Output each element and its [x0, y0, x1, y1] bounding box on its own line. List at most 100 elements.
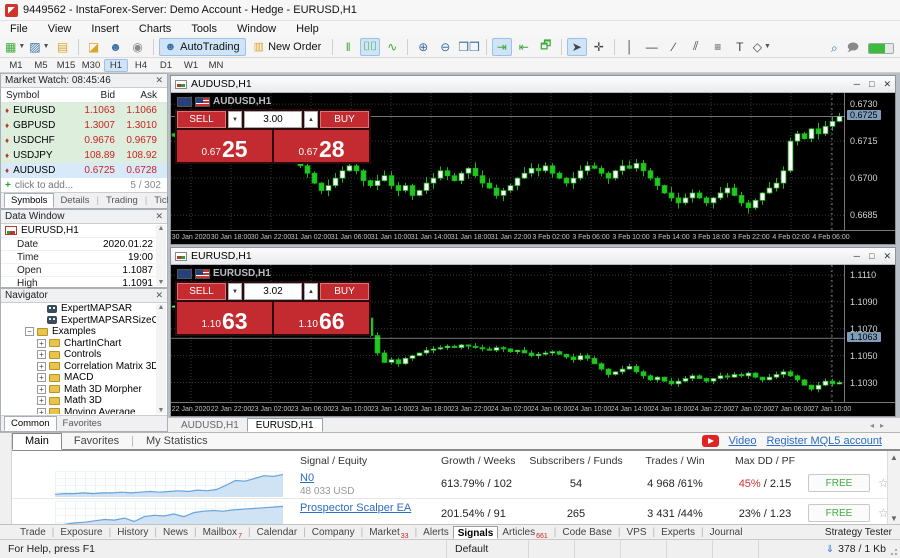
channel-icon[interactable]: ⫽ [686, 38, 706, 56]
chart-window-titlebar[interactable]: EURUSD,H1 ─ □ ✕ [171, 248, 895, 265]
maximize-icon[interactable]: □ [869, 251, 874, 262]
text-label-icon[interactable]: T [730, 38, 750, 56]
candlestick-chart-icon[interactable]: ⌷⌷ [360, 38, 380, 56]
tf-m15[interactable]: M15 [54, 59, 78, 72]
free-button[interactable]: FREE [808, 474, 870, 492]
chat-icon[interactable]: 🗩 [847, 39, 859, 58]
tile-windows-icon[interactable]: ❒❒ [457, 38, 481, 56]
scrollbar[interactable]: ▲ ▼ [887, 451, 900, 525]
tab-market[interactable]: Market33 [365, 526, 412, 539]
algo-trading-icon[interactable]: ▤ [53, 38, 73, 56]
table-row[interactable]: ♦USDJPY 108.89 108.92 [1, 148, 167, 163]
shapes-icon[interactable]: ◇▼ [752, 38, 772, 56]
tab-mailbox[interactable]: Mailbox7 [199, 526, 246, 539]
volume-increase-button[interactable]: ▲ [304, 283, 318, 300]
scroll-up-icon[interactable]: ▲ [158, 225, 165, 232]
tree-item[interactable]: +Correlation Matrix 3D [1, 361, 156, 373]
tree-item[interactable]: ExpertMAPSARSizeOptim [1, 315, 156, 327]
scroll-down-icon[interactable]: ▼ [158, 279, 165, 286]
close-icon[interactable]: ✕ [155, 211, 163, 222]
zoom-in-icon[interactable]: ⊕ [413, 38, 433, 56]
video-link[interactable]: Video [729, 435, 757, 447]
minimize-icon[interactable]: ─ [854, 79, 860, 90]
community-user-icon[interactable]: ☻ [106, 38, 126, 56]
vertical-line-icon[interactable]: │ [620, 38, 640, 56]
crosshair-icon[interactable]: ✛ [589, 38, 609, 56]
strategy-tester-label[interactable]: Strategy Tester [825, 527, 900, 538]
tab-history[interactable]: History [113, 526, 152, 539]
minimize-icon[interactable]: ─ [854, 251, 860, 262]
new-chart-icon[interactable]: ▦▼ [4, 38, 26, 56]
volume-increase-button[interactable]: ▲ [304, 111, 318, 128]
table-row-selected[interactable]: ♦AUDUSD 0.6725 0.6728 [1, 163, 167, 178]
tab-articles[interactable]: Articles661 [498, 526, 551, 539]
menu-charts[interactable]: Charts [129, 23, 181, 35]
tab-favorites[interactable]: Favorites [57, 417, 108, 430]
favorite-star-icon[interactable]: ☆ [878, 506, 887, 520]
table-row[interactable]: ♦EURUSD 1.1063 1.1066 [1, 103, 167, 118]
horizontal-line-icon[interactable]: — [642, 38, 662, 56]
buy-button[interactable]: BUY [320, 283, 369, 300]
youtube-icon[interactable] [702, 435, 719, 447]
volume-field[interactable]: 3.02 [244, 283, 302, 300]
expand-icon[interactable]: + [37, 373, 46, 382]
scroll-up-icon[interactable]: ▲ [158, 304, 165, 311]
tf-m5[interactable]: M5 [29, 59, 53, 72]
buy-price[interactable]: 0.6728 [274, 130, 369, 162]
tree-item[interactable]: +MACD [1, 372, 156, 384]
tab-code-base[interactable]: Code Base [558, 526, 615, 539]
sell-price[interactable]: 1.1063 [177, 302, 272, 334]
tab-alerts[interactable]: Alerts [419, 526, 453, 539]
tab-common[interactable]: Common [4, 416, 57, 431]
zoom-out-icon[interactable]: ⊖ [435, 38, 455, 56]
sell-price[interactable]: 0.6725 [177, 130, 272, 162]
tf-h1[interactable]: H1 [104, 59, 128, 72]
expand-icon[interactable]: + [37, 408, 46, 414]
volume-decrease-button[interactable]: ▼ [228, 283, 242, 300]
signal-name-link[interactable]: N0 [300, 472, 314, 484]
volume-decrease-button[interactable]: ▼ [228, 111, 242, 128]
collapse-icon[interactable]: − [25, 327, 34, 336]
sell-button[interactable]: SELL [177, 111, 226, 128]
buy-price[interactable]: 1.1066 [274, 302, 369, 334]
click-to-add-row[interactable]: + click to add... 5 / 302 [1, 178, 167, 193]
menu-help[interactable]: Help [286, 23, 329, 35]
col-subscribers-funds[interactable]: Subscribers / Funds [521, 455, 631, 467]
search-icon[interactable]: ⌕ [831, 41, 838, 56]
trendline-icon[interactable]: ∕ [664, 38, 684, 56]
expand-icon[interactable]: + [37, 385, 46, 394]
buy-button[interactable]: BUY [320, 111, 369, 128]
signal-row[interactable]: Prospector Scalper EA 201.54% / 91 265 3… [12, 499, 887, 525]
menu-window[interactable]: Window [227, 23, 286, 35]
tf-h4[interactable]: H4 [129, 59, 153, 72]
scroll-down-icon[interactable]: ▼ [158, 407, 165, 414]
profiles-icon[interactable]: ▨▼ [28, 38, 50, 56]
close-icon[interactable]: ✕ [883, 79, 891, 90]
chart-tab-eurusd[interactable]: EURUSD,H1 [247, 418, 323, 432]
tf-w1[interactable]: W1 [179, 59, 203, 72]
cursor-icon[interactable]: ➤ [567, 38, 587, 56]
volume-field[interactable]: 3.00 [244, 111, 302, 128]
signal-row[interactable]: N0 48 033 USD 613.79% / 102 54 4 968 /61… [12, 469, 887, 499]
expand-icon[interactable]: + [37, 396, 46, 405]
tf-m30[interactable]: M30 [79, 59, 103, 72]
tree-item[interactable]: ExpertMAPSAR [1, 303, 156, 315]
favorite-star-icon[interactable]: ☆ [878, 476, 887, 490]
scrollbar[interactable]: ▲▼ [156, 225, 166, 286]
maximize-icon[interactable]: □ [869, 79, 874, 90]
menu-view[interactable]: View [38, 23, 82, 35]
fibonacci-icon[interactable]: ≡ [708, 38, 728, 56]
tree-item[interactable]: −Examples [1, 326, 156, 338]
sell-button[interactable]: SELL [177, 283, 226, 300]
tab-trade[interactable]: Trade [16, 526, 50, 539]
free-button[interactable]: FREE [808, 504, 870, 522]
line-chart-icon[interactable]: ∿ [382, 38, 402, 56]
menu-tools[interactable]: Tools [181, 23, 227, 35]
tab-main[interactable]: Main [12, 433, 62, 450]
menu-insert[interactable]: Insert [81, 23, 129, 35]
register-mql5-link[interactable]: Register MQL5 account [766, 435, 882, 447]
scroll-up-icon[interactable]: ▲ [890, 453, 898, 462]
tab-favorites[interactable]: Favorites [62, 433, 131, 450]
chart-window-titlebar[interactable]: AUDUSD,H1 ─ □ ✕ [171, 76, 895, 93]
chart-tab-audusd[interactable]: AUDUSD,H1 [173, 418, 247, 432]
